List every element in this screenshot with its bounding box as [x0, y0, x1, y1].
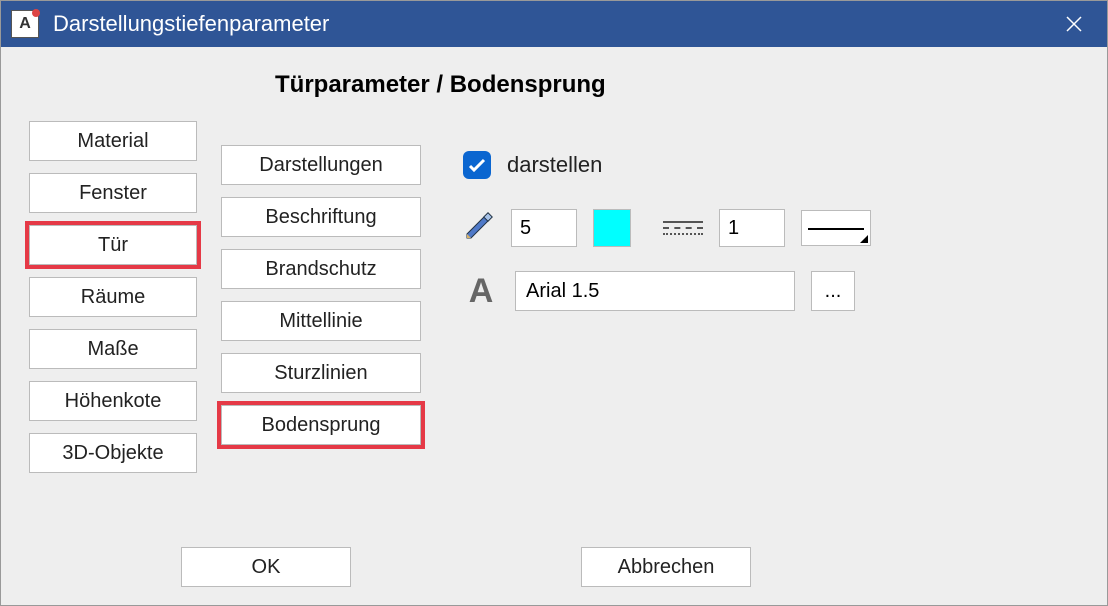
category-button-material[interactable]: Material	[29, 121, 197, 161]
subcategory-button-darstellungen[interactable]: Darstellungen	[221, 145, 421, 185]
linetype-preview[interactable]	[801, 210, 871, 246]
app-icon: A	[11, 10, 39, 38]
subcategory-nav: Darstellungen Beschriftung Brandschutz Mitt…	[221, 145, 421, 445]
subcategory-button-beschriftung[interactable]: Beschriftung	[221, 197, 421, 237]
titlebar: A Darstellungstiefenparameter	[1, 1, 1107, 47]
category-button-3d-objekte[interactable]: 3D-Objekte	[29, 433, 197, 473]
subcategory-button-bodensprung[interactable]: Bodensprung	[221, 405, 421, 445]
close-button[interactable]	[1051, 1, 1097, 47]
close-icon	[1065, 15, 1083, 33]
category-nav: Material Fenster Tür Räume Maße Höhenkote 3D-O…	[29, 121, 197, 473]
show-checkbox-label: darstellen	[507, 152, 602, 178]
category-button-räume[interactable]: Räume	[29, 277, 197, 317]
ok-button[interactable]: OK	[181, 547, 351, 587]
category-button-fenster[interactable]: Fenster	[29, 173, 197, 213]
category-button-tür[interactable]: Tür	[29, 225, 197, 265]
settings-panel: darstellen	[463, 151, 871, 335]
subcategory-button-mittellinie[interactable]: Mittellinie	[221, 301, 421, 341]
pen-number-input[interactable]	[511, 209, 577, 247]
subcategory-button-sturzlinien[interactable]: Sturzlinien	[221, 353, 421, 393]
category-button-maße[interactable]: Maße	[29, 329, 197, 369]
pencil-icon	[463, 210, 495, 247]
window-title: Darstellungstiefenparameter	[53, 11, 329, 37]
check-icon	[468, 158, 486, 172]
show-checkbox[interactable]	[463, 151, 491, 179]
linetype-number-input[interactable]	[719, 209, 785, 247]
pen-color-swatch[interactable]	[593, 209, 631, 247]
linetype-icon	[663, 221, 703, 235]
font-input[interactable]	[515, 271, 795, 311]
page-title: Türparameter / Bodensprung	[275, 71, 1079, 99]
cancel-button[interactable]: Abbrechen	[581, 547, 751, 587]
category-button-höhenkote[interactable]: Höhenkote	[29, 381, 197, 421]
app-icon-letter: A	[19, 15, 31, 33]
subcategory-button-brandschutz[interactable]: Brandschutz	[221, 249, 421, 289]
font-icon: A	[463, 272, 499, 311]
font-browse-button[interactable]: ...	[811, 271, 855, 311]
